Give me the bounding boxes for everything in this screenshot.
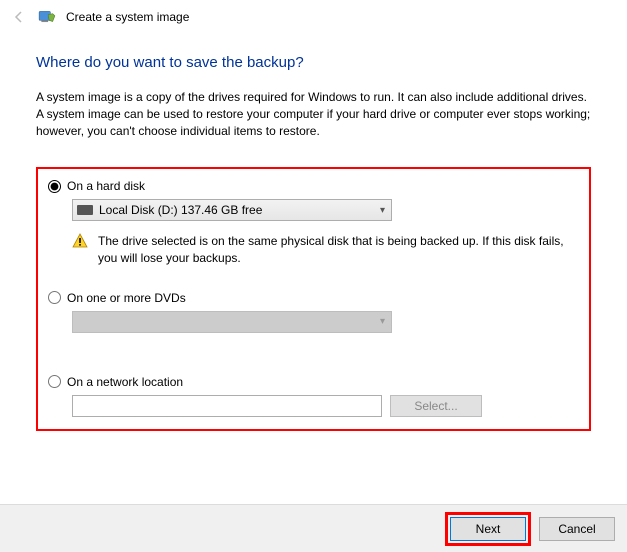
option-hard-disk[interactable]: On a hard disk xyxy=(48,179,579,193)
network-path-input[interactable] xyxy=(72,395,382,417)
label-hard-disk: On a hard disk xyxy=(67,179,145,193)
cancel-button[interactable]: Cancel xyxy=(539,517,615,541)
network-location-row: Select... xyxy=(72,395,579,417)
window-title: Create a system image xyxy=(66,10,189,24)
next-button[interactable]: Next xyxy=(450,517,526,541)
option-network[interactable]: On a network location xyxy=(48,375,579,389)
chevron-down-icon: ▾ xyxy=(380,205,385,216)
label-dvd: On one or more DVDs xyxy=(67,291,186,305)
drive-icon xyxy=(77,205,93,215)
warning-icon xyxy=(72,233,88,249)
back-arrow-icon[interactable] xyxy=(10,8,28,26)
dvd-select-dropdown: ▾ xyxy=(72,311,392,333)
label-network: On a network location xyxy=(67,375,183,389)
next-highlight: Next xyxy=(445,512,531,546)
page-description: A system image is a copy of the drives r… xyxy=(36,89,591,139)
drive-select-dropdown[interactable]: Local Disk (D:) 137.46 GB free ▾ xyxy=(72,199,392,221)
chevron-down-icon: ▾ xyxy=(380,316,385,327)
radio-hard-disk[interactable] xyxy=(48,180,61,193)
warning-text: The drive selected is on the same physic… xyxy=(98,233,579,267)
wizard-header: Create a system image xyxy=(0,0,627,34)
content-area: Where do you want to save the backup? A … xyxy=(0,34,627,441)
radio-dvd[interactable] xyxy=(48,291,61,304)
warning-row: The drive selected is on the same physic… xyxy=(72,233,579,267)
options-panel: On a hard disk Local Disk (D:) 137.46 GB… xyxy=(36,167,591,431)
radio-network[interactable] xyxy=(48,375,61,388)
option-dvd[interactable]: On one or more DVDs xyxy=(48,291,579,305)
footer-bar: Next Cancel xyxy=(0,504,627,552)
shield-monitor-icon xyxy=(38,8,56,26)
drive-select-value: Local Disk (D:) 137.46 GB free xyxy=(99,203,387,217)
page-heading: Where do you want to save the backup? xyxy=(36,54,591,71)
select-network-button: Select... xyxy=(390,395,482,417)
